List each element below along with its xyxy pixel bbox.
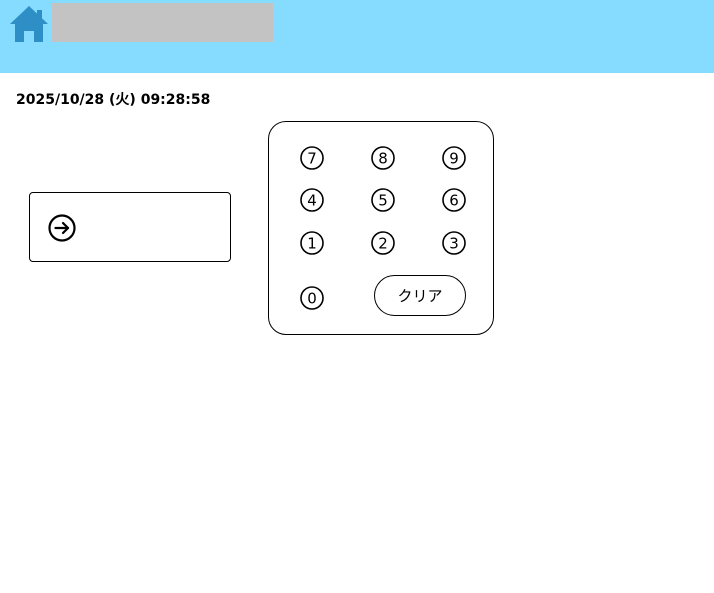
keypad-key-7[interactable]: 7 xyxy=(297,143,327,173)
keypad-key-label: 4 xyxy=(307,192,317,210)
keypad-key-label: 7 xyxy=(307,150,317,168)
numeric-keypad: クリア 7 8 9 4 5 6 1 2 3 0 xyxy=(268,121,494,335)
keypad-key-9[interactable]: 9 xyxy=(439,143,469,173)
keypad-key-2[interactable]: 2 xyxy=(368,228,398,258)
keypad-key-label: 8 xyxy=(378,150,388,168)
keypad-key-5[interactable]: 5 xyxy=(368,185,398,215)
keypad-key-label: 5 xyxy=(378,192,388,210)
keypad-key-0[interactable]: 0 xyxy=(297,283,327,313)
arrow-right-circle-icon xyxy=(48,214,76,242)
keypad-key-label: 6 xyxy=(449,192,459,210)
keypad-key-6[interactable]: 6 xyxy=(439,185,469,215)
keypad-key-label: 3 xyxy=(449,235,459,253)
keypad-key-label: 2 xyxy=(378,235,388,253)
header-title-placeholder xyxy=(52,3,273,42)
keypad-key-3[interactable]: 3 xyxy=(439,228,469,258)
keypad-key-label: 0 xyxy=(307,290,317,308)
clear-button[interactable]: クリア xyxy=(374,275,466,316)
keypad-key-label: 9 xyxy=(449,150,459,168)
keypad-key-8[interactable]: 8 xyxy=(368,143,398,173)
entry-display[interactable] xyxy=(29,192,231,262)
current-datetime: 2025/10/28 (火) 09:28:58 xyxy=(16,92,211,108)
keypad-key-1[interactable]: 1 xyxy=(297,228,327,258)
home-icon[interactable] xyxy=(8,4,50,44)
header-bar xyxy=(0,0,714,73)
keypad-key-4[interactable]: 4 xyxy=(297,185,327,215)
keypad-key-label: 1 xyxy=(307,235,317,253)
